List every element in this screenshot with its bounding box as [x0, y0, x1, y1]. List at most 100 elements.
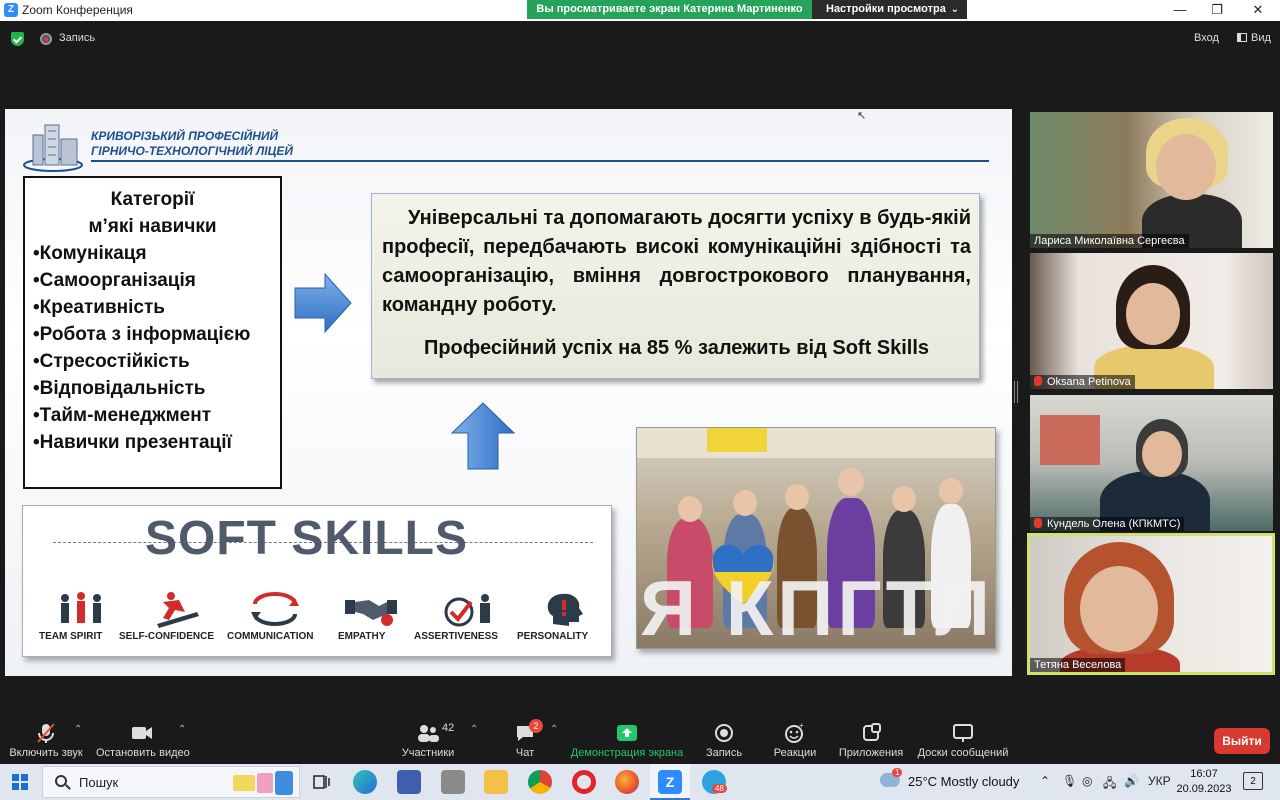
telegram-app-icon[interactable]: 48 — [702, 770, 727, 794]
mouse-cursor-icon: ↖ — [857, 110, 867, 122]
communication-icon — [251, 592, 299, 626]
svg-text:+: + — [799, 722, 804, 730]
participant-tile[interactable]: Лариса Миколаївна Сергеєва — [1030, 112, 1273, 248]
skill-label: PERSONALITY — [517, 631, 589, 642]
categories-title-2: м’які навички — [88, 216, 217, 237]
soft-skills-categories: Категорії м’які навички •Комунікаця •Сам… — [23, 176, 282, 489]
shield-icon[interactable] — [11, 32, 24, 46]
chrome-browser-icon[interactable] — [528, 770, 552, 794]
close-button[interactable]: ✕ — [1238, 1, 1278, 19]
show-hidden-icons-chevron-icon[interactable]: ⌃ — [1040, 774, 1050, 788]
participants-button[interactable]: 42 Участники — [400, 722, 456, 759]
participant-face — [1126, 283, 1180, 345]
unmute-label: Включить звук — [9, 747, 83, 759]
chevron-down-icon: ⌄ — [950, 4, 959, 15]
chat-badge: 2 — [529, 719, 543, 733]
whiteboards-button[interactable]: Доски сообщений — [916, 722, 1010, 759]
mic-muted-icon — [1034, 518, 1042, 528]
school-name-line-2: ГІРНИЧО-ТЕХНОЛОГІЧНИЙ ЛІЦЕЙ — [91, 144, 294, 158]
notification-center-button[interactable]: 2 — [1243, 772, 1263, 790]
minimize-button[interactable]: — — [1160, 1, 1200, 19]
category-item: •Навички презентації — [33, 432, 232, 453]
weather-widget[interactable]: 1 25°C Mostly cloudy — [880, 768, 1025, 794]
share-screen-icon — [570, 722, 684, 744]
video-camera-icon — [96, 722, 188, 744]
chat-label: Чат — [515, 747, 535, 759]
soft-skills-title: SOFT SKILLS — [145, 512, 468, 565]
participant-name-tag: Oksana Petinova — [1030, 375, 1135, 389]
participants-options-chevron-icon[interactable]: ⌃ — [470, 724, 478, 735]
enter-button[interactable]: Вход — [1194, 32, 1219, 44]
unmute-button[interactable]: Включить звук — [8, 722, 84, 759]
active-speaker-tile[interactable]: Тетяна Веселова — [1027, 533, 1275, 675]
category-item: •Стресостійкість — [33, 351, 190, 372]
video-options-chevron-icon[interactable]: ⌃ — [178, 724, 186, 735]
windows-start-icon[interactable] — [12, 774, 28, 790]
keyboard-language[interactable]: УКР — [1148, 774, 1171, 788]
task-view-icon[interactable] — [309, 770, 333, 794]
zoom-app-icon[interactable]: Z — [658, 770, 682, 794]
students-photo: Я КПГТЛ — [636, 427, 996, 649]
smiley-icon: + — [772, 721, 818, 744]
apps-label: Приложения — [838, 747, 904, 759]
microphone-tray-icon[interactable]: 🎙 — [1062, 774, 1077, 788]
printer-app-icon[interactable] — [441, 770, 465, 794]
maximize-button[interactable]: ❐ — [1197, 1, 1237, 19]
edge-browser-icon[interactable] — [353, 770, 377, 794]
telegram-badge: 48 — [712, 784, 727, 793]
header-divider — [91, 160, 989, 162]
network-tray-icon[interactable]: 🖧 — [1103, 774, 1116, 795]
record-button[interactable]: Запись — [704, 722, 744, 759]
system-clock[interactable]: 16:07 20.09.2023 — [1176, 767, 1232, 797]
mic-muted-icon — [1034, 376, 1042, 386]
participant-tile[interactable]: Oksana Petinova — [1030, 253, 1273, 389]
windows-taskbar: Пошук Z 48 1 25°C Mostly cloudy ⌃ 🎙 ◎ 🖧 … — [0, 764, 1280, 800]
category-item: •Відповідальність — [33, 378, 206, 399]
taskbar-search-box[interactable]: Пошук — [42, 766, 300, 798]
search-placeholder: Пошук — [79, 775, 119, 790]
recording-indicator[interactable]: Запись — [59, 32, 95, 44]
store-app-icon[interactable] — [397, 770, 421, 794]
participants-label: Участники — [401, 747, 455, 759]
chat-options-chevron-icon[interactable]: ⌃ — [550, 724, 558, 735]
categories-title-1: Категорії — [110, 189, 195, 210]
participant-face — [1080, 566, 1158, 652]
file-explorer-icon[interactable] — [484, 770, 508, 794]
reactions-button[interactable]: + Реакции — [772, 721, 818, 759]
whiteboards-label: Доски сообщений — [917, 747, 1009, 759]
volume-tray-icon[interactable]: 🔊 — [1124, 774, 1139, 788]
leave-meeting-button[interactable]: Выйти — [1214, 728, 1270, 754]
skill-label: ASSERTIVENESS — [414, 631, 498, 642]
view-options-dropdown[interactable]: Настройки просмотра ⌄ — [812, 0, 967, 19]
student-head — [785, 484, 809, 510]
participant-face — [1156, 134, 1216, 200]
title-bar: Z Zoom Конференция Вы просматриваете экр… — [0, 0, 1280, 21]
skill-label: COMMUNICATION — [227, 631, 314, 642]
photo-letters: Я КПГТЛ — [639, 564, 995, 649]
category-item: •Комунікаця — [33, 243, 147, 264]
skill-label: SELF-CONFIDENCE — [119, 631, 214, 642]
share-screen-button[interactable]: Демонстрация экрана — [570, 722, 684, 759]
opera-browser-icon[interactable] — [572, 770, 596, 794]
school-name-line-1: КРИВОРІЗЬКИЙ ПРОФЕСІЙНИЙ — [91, 129, 279, 143]
location-tray-icon[interactable]: ◎ — [1082, 774, 1092, 788]
chat-button[interactable]: 2 Чат — [510, 719, 543, 759]
apps-button[interactable]: Приложения — [838, 722, 904, 759]
team-spirit-icon — [61, 592, 101, 623]
panel-resize-handle[interactable] — [1014, 381, 1018, 403]
screen-share-banner: Вы просматриваете экран Катерина Мартине… — [527, 0, 812, 19]
category-item: •Самоорганізація — [33, 270, 196, 291]
room-shelf — [1040, 415, 1100, 465]
school-name: КРИВОРІЗЬКИЙ ПРОФЕСІЙНИЙ ГІРНИЧО-ТЕХНОЛО… — [91, 129, 293, 159]
stop-video-button[interactable]: Остановить видео — [96, 722, 190, 759]
assertiveness-icon — [444, 594, 490, 627]
view-button-label: Вид — [1251, 32, 1271, 44]
firefox-browser-icon[interactable] — [615, 770, 639, 794]
background-sign — [1192, 592, 1270, 632]
audio-options-chevron-icon[interactable]: ⌃ — [74, 724, 82, 735]
student-head — [939, 478, 963, 504]
mic-muted-icon — [8, 722, 84, 744]
record-icon — [704, 722, 744, 744]
view-button[interactable]: Вид — [1237, 32, 1271, 44]
participant-tile[interactable]: Кундель Олена (КПКМТС) — [1030, 395, 1273, 531]
